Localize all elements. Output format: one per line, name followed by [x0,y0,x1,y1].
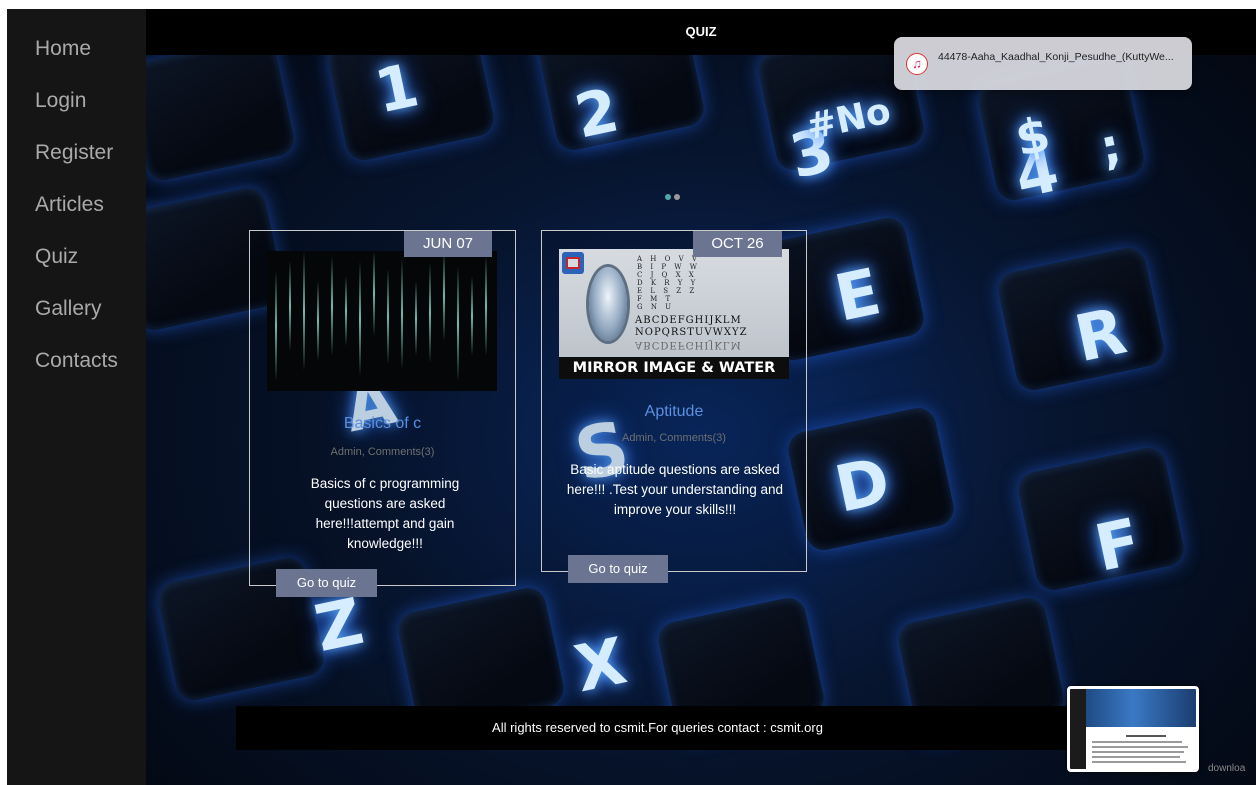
sidebar-item-gallery[interactable]: Gallery [7,283,146,335]
quiz-card-basics-of-c: JUN 07 Basics of c Admin, Comments(3) Ba… [249,230,516,597]
sidebar-nav: Home Login Register Articles Quiz Galler… [7,9,146,785]
card-date-badge: JUN 07 [404,231,492,257]
go-to-quiz-button[interactable]: Go to quiz [276,569,377,597]
card-title-link[interactable]: Basics of c [250,415,515,433]
carousel-dots [665,187,683,205]
now-playing-notification[interactable]: ♫ 44478-Aaha_Kaadhal_Konji_Pesudhe_(Kutt… [894,37,1192,90]
card-description: Basic aptitude questions are asked here!… [566,462,784,517]
sidebar-item-home[interactable]: Home [7,23,146,75]
card-meta: Admin, Comments(3) [622,432,726,444]
matrix-code-image [267,251,497,391]
card-date-badge: OCT 26 [693,231,782,257]
screenshot-thumbnail[interactable] [1067,686,1199,772]
sidebar-item-login[interactable]: Login [7,75,146,127]
carousel-dot-active[interactable] [665,194,671,200]
footer-text: All rights reserved to csmit.For queries… [492,720,823,735]
music-note-icon: ♫ [906,53,928,75]
sidebar-item-contacts[interactable]: Contacts [7,335,146,387]
mirror-water-image: A H O V VB I P W WC J Q X XD K R Y YE L … [559,249,789,379]
notification-text: 44478-Aaha_Kaadhal_Konji_Pesudhe_(KuttyW… [938,51,1174,63]
browser-viewport: 1 2 3 #No 4 $ ; E R A S D F X Z Home Log… [7,9,1256,785]
mirror-image-banner: MIRROR IMAGE & WATER IMAGE [559,357,789,379]
alphabet-line-1: ABCDEFGHIJKLM [635,315,742,326]
sidebar-item-quiz[interactable]: Quiz [7,231,146,283]
go-to-quiz-button[interactable]: Go to quiz [568,555,668,583]
card-description: Basics of c programming questions are as… [310,476,460,551]
water-drop-graphic [589,267,627,341]
card-meta: Admin, Comments(3) [330,446,435,458]
page-footer: All rights reserved to csmit.For queries… [236,706,1079,750]
alphabet-reflection: ABCDEFGHIJKLM [635,339,742,350]
key-glyph-x: X [568,624,633,708]
carousel-dot[interactable] [674,194,680,200]
download-label: downloa [1208,763,1246,774]
sidebar-item-articles[interactable]: Articles [7,179,146,231]
mirror-image-logo [562,252,584,274]
alphabet-line-2: NOPQRSTUVWXYZ [635,327,748,338]
quiz-card-aptitude: A H O V VB I P W WC J Q X XD K R Y YE L … [541,230,807,583]
letter-grid-graphic: A H O V VB I P W WC J Q X XD K R Y YE L … [637,255,700,311]
sidebar-item-register[interactable]: Register [7,127,146,179]
card-title-link[interactable]: Aptitude [542,403,806,421]
